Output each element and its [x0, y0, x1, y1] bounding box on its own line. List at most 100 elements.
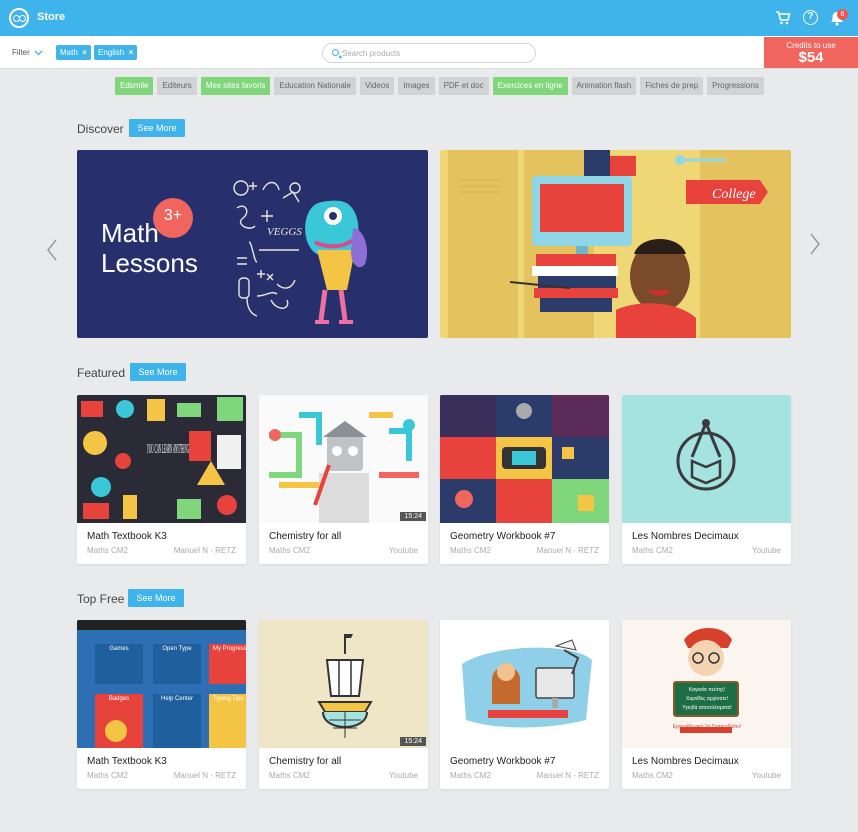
topfree-card-chemistry[interactable]: 15:24 Chemistry for all Maths CM2 Youtub…: [259, 620, 428, 789]
banner-college-illustration: College: [448, 150, 791, 338]
banner-college[interactable]: College: [440, 150, 791, 338]
featured-title: Featured: [77, 366, 126, 380]
help-icon[interactable]: ?: [803, 10, 818, 25]
category-tag[interactable]: Animation flash: [571, 77, 637, 95]
card-thumbnail: 15:24: [259, 395, 428, 523]
card-thumbnail: [440, 395, 609, 523]
topfree-card-decimals[interactable]: Καγκαία πεύτης! Χαρτίδες αρχίσατε! Υγιηδ…: [622, 620, 791, 789]
banner-title-line2: Lessons: [101, 248, 198, 278]
category-tag[interactable]: Exercices en ligne: [492, 77, 568, 95]
chalk-word: VEGGS: [267, 226, 302, 238]
art-text: YOU CAN LEARN ANYTHING: [147, 442, 189, 457]
card-title: Chemistry for all: [269, 756, 342, 767]
card-source: Youtube: [751, 546, 781, 555]
badge-medal-icon: [105, 720, 127, 742]
chalkboard: Καγκαία πεύτης! Χαρτίδες αρχίσατε! Υγιηδ…: [678, 686, 736, 713]
credits-box[interactable]: Credits to use $54: [764, 37, 858, 68]
board-line: Χαρτίδες αρχίσατε!: [686, 696, 728, 702]
card-source: Youtube: [388, 771, 418, 780]
search-icon: [332, 49, 339, 56]
top-bar: Store ? 6: [0, 0, 858, 36]
card-thumbnail: Καγκαία πεύτης! Χαρτίδες αρχίσατε! Υγιηδ…: [622, 620, 791, 748]
category-tag[interactable]: Fiches de prep: [640, 77, 704, 95]
category-tag[interactable]: Editeurs: [157, 77, 197, 95]
filter-chip-english[interactable]: English ×: [94, 45, 138, 60]
card-title: Math Textbook K3: [87, 531, 167, 542]
category-tag[interactable]: PDF et doc: [438, 77, 489, 95]
card-title: Chemistry for all: [269, 531, 342, 542]
panel: Help Center: [153, 694, 201, 748]
topfree-card-geometry[interactable]: Geometry Workbook #7 Maths CM2 Manuel N …: [440, 620, 609, 789]
chip-remove-icon[interactable]: ×: [82, 45, 87, 60]
video-duration: 15:24: [400, 737, 426, 746]
featured-see-more-button[interactable]: See More: [130, 363, 186, 381]
chip-remove-icon[interactable]: ×: [129, 45, 134, 60]
card-subject: Maths CM2: [269, 771, 310, 780]
card-title: Les Nombres Decimaux: [632, 531, 739, 542]
card-title: Geometry Workbook #7: [450, 531, 556, 542]
chevron-left-icon[interactable]: [45, 238, 59, 262]
category-tag[interactable]: Videos: [360, 77, 395, 95]
search-input[interactable]: [342, 47, 522, 60]
category-tag[interactable]: Images: [398, 77, 435, 95]
card-subject: Maths CM2: [450, 771, 491, 780]
app-header: [77, 620, 246, 630]
card-subject: Maths CM2: [632, 546, 673, 555]
card-subject: Maths CM2: [632, 771, 673, 780]
filter-label[interactable]: Filter: [12, 48, 30, 57]
college-sign-text: College: [712, 187, 756, 202]
filter-chip-math[interactable]: Math ×: [56, 45, 91, 60]
card-thumbnail: [440, 620, 609, 748]
banner-title: Math Lessons: [101, 218, 198, 278]
chevron-right-icon[interactable]: [808, 232, 822, 256]
panel: My Progress: [209, 644, 246, 684]
card-subject: Maths CM2: [87, 546, 128, 555]
card-thumbnail: YOU CAN LEARN ANYTHING: [77, 395, 246, 523]
topfree-title: Top Free: [77, 592, 125, 606]
card-subject: Maths CM2: [87, 771, 128, 780]
card-title: Math Textbook K3: [87, 756, 167, 767]
logo-icon[interactable]: [9, 8, 29, 28]
card-thumbnail: 15:24: [259, 620, 428, 748]
card-title: Les Nombres Decimaux: [632, 756, 739, 767]
search-box[interactable]: [322, 43, 536, 63]
chevron-down-icon[interactable]: [34, 48, 43, 57]
cart-icon[interactable]: [775, 10, 791, 26]
card-thumbnail: [622, 395, 791, 523]
featured-card-decimals[interactable]: Les Nombres Decimaux Maths CM2 Youtube: [622, 395, 791, 564]
featured-card-geometry[interactable]: Geometry Workbook #7 Maths CM2 Manuel N …: [440, 395, 609, 564]
discover-title: Discover: [77, 122, 124, 136]
app-title: Store: [37, 11, 66, 23]
featured-card-chemistry[interactable]: 15:24 Chemistry for all Maths CM2 Youtub…: [259, 395, 428, 564]
age-badge: 3+: [163, 207, 183, 224]
card-source: Youtube: [751, 771, 781, 780]
card-source: Manuel N - RETZ: [173, 771, 236, 780]
category-tag[interactable]: Edsmile: [115, 77, 154, 95]
card-source: Youtube: [388, 546, 418, 555]
category-tag[interactable]: Mes sites favoris: [200, 77, 271, 95]
category-tag[interactable]: Education Nationale: [274, 77, 356, 95]
discover-see-more-button[interactable]: See More: [129, 119, 185, 137]
board-line: Καγκαία πεύτης!: [688, 687, 726, 693]
card-title: Geometry Workbook #7: [450, 756, 556, 767]
panel: Games: [95, 644, 143, 684]
credits-value: $54: [798, 49, 824, 66]
video-duration: 15:24: [400, 512, 426, 521]
card-source: Manuel N - RETZ: [536, 546, 599, 555]
featured-card-math-textbook[interactable]: YOU CAN LEARN ANYTHING Math Textbook K3 …: [77, 395, 246, 564]
category-tags: Edsmile Editeurs Mes sites favoris Educatio…: [115, 77, 764, 95]
panel: Open Type: [153, 644, 201, 684]
card-source: Manuel N - RETZ: [536, 771, 599, 780]
topfree-see-more-button[interactable]: See More: [128, 589, 184, 607]
board-line: Υγιηδά αποτελέσματα!: [682, 705, 732, 711]
board-caption: Εργορίδα ακό 1η Σεπτεμβρίου!: [672, 724, 742, 730]
category-tag[interactable]: Progressions: [707, 77, 764, 95]
banner-math-lessons[interactable]: VEGGS Math Lessons 3+: [77, 150, 428, 338]
topfree-card-math-textbook[interactable]: Games Open Type My Progress Badges Help …: [77, 620, 246, 789]
notification-badge: 6: [837, 9, 848, 20]
card-subject: Maths CM2: [269, 546, 310, 555]
card-source: Manuel N - RETZ: [173, 546, 236, 555]
card-thumbnail: Games Open Type My Progress Badges Help …: [77, 620, 246, 748]
card-subject: Maths CM2: [450, 546, 491, 555]
chip-label: English: [98, 48, 125, 57]
